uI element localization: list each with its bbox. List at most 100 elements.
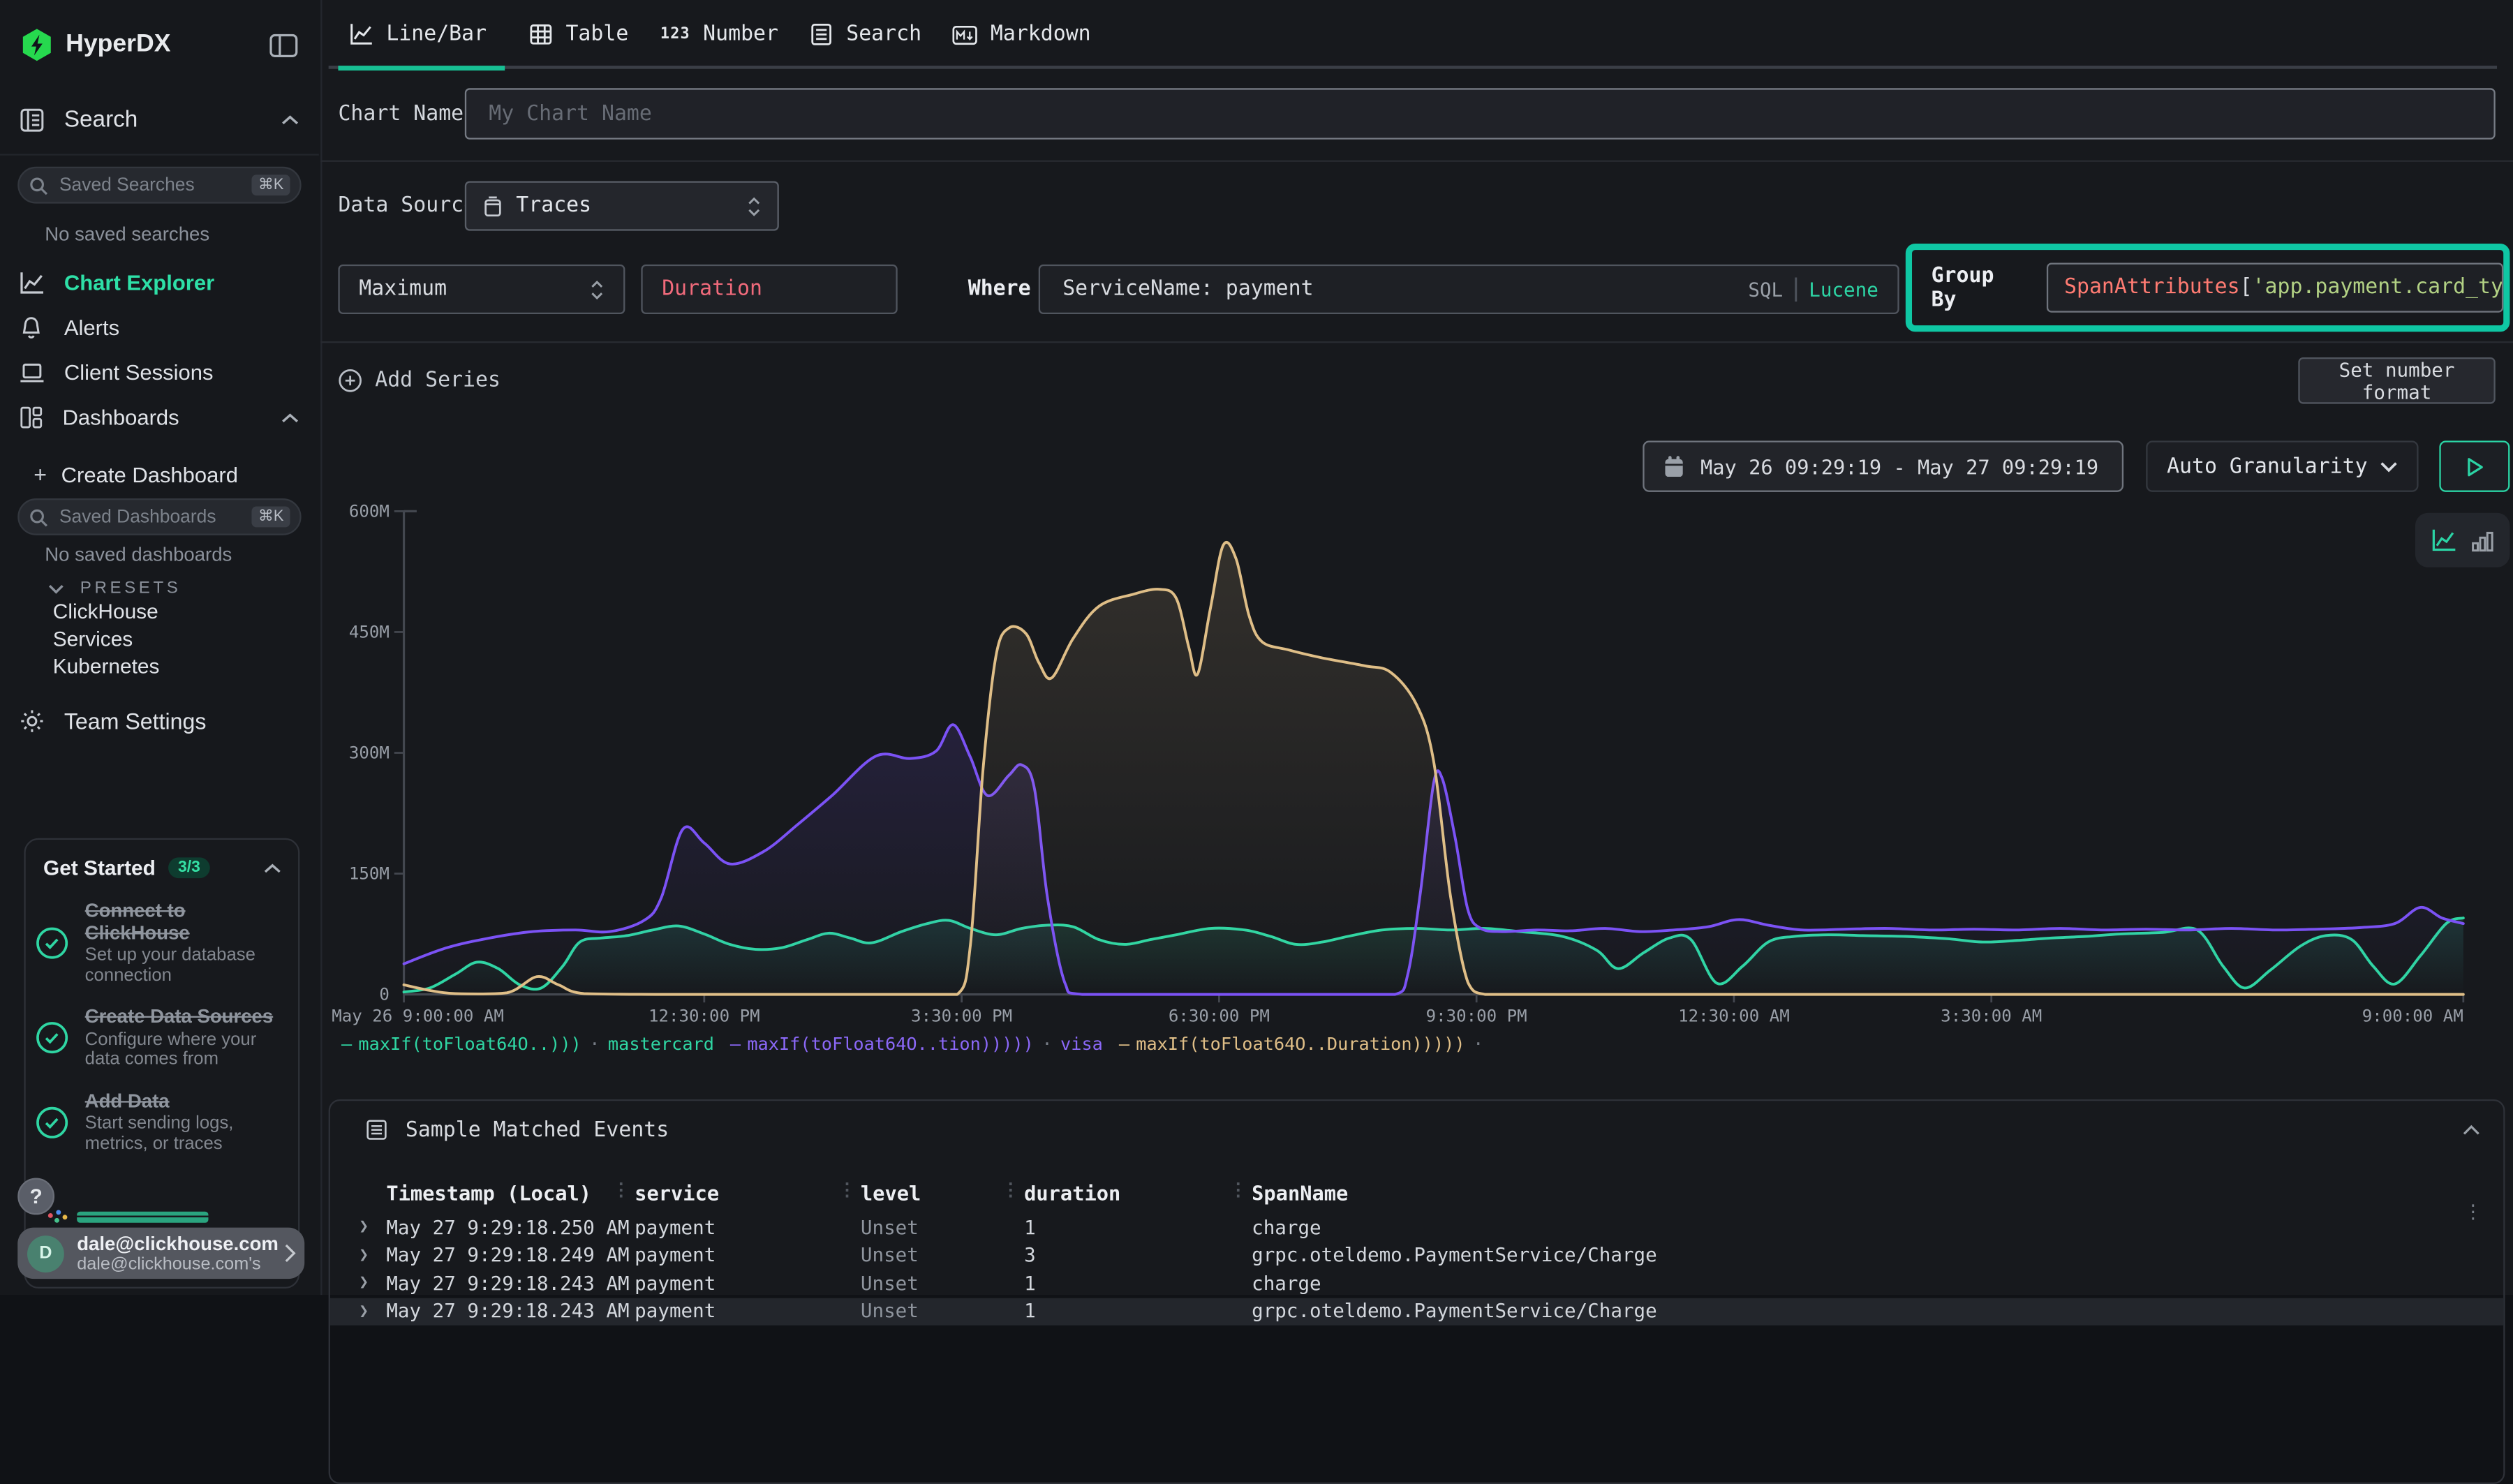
x-tick-label: May 26 9:00:00 AM [332,1007,504,1026]
dashboards-icon [20,406,43,429]
set-number-format-button[interactable]: Set number format [2298,357,2495,404]
table-cell: grpc.oteldemo.PaymentService/Charge [1252,1300,2503,1323]
tab-markdown[interactable]: Markdown [952,22,1091,46]
where-input[interactable] [1060,276,1749,303]
chevron-right-icon [283,1244,296,1263]
column-resize-handle[interactable]: ⋮ [612,1179,630,1200]
chart-name-input-wrap [465,88,2496,139]
events-title: Sample Matched Events [406,1118,669,1141]
chart-canvas: 0150M300M450M600MMay 26 9:00:00 AM12:30:… [320,497,2513,1035]
data-source-select[interactable]: Traces [465,181,779,230]
run-query-button[interactable] [2439,440,2510,491]
table-cell: Unset [861,1272,1024,1294]
create-dashboard-button[interactable]: + Create Dashboard [0,455,320,494]
table-cell: payment [635,1216,861,1238]
no-saved-dashboards-text: No saved dashboards [45,543,232,565]
column-header-label: Timestamp (Local) [386,1180,591,1204]
date-range-picker[interactable]: May 26 09:29:19 - May 27 09:29:19 [1643,440,2123,491]
chevron-up-icon[interactable] [263,861,283,874]
chevron-up-icon[interactable] [281,114,300,126]
table-cell: payment [635,1272,861,1294]
group-by-input[interactable]: SpanAttributes['app.payment.card_type'] [2047,263,2503,313]
chart-name-input[interactable] [486,100,2475,127]
y-tick-label: 450M [349,622,390,641]
sidebar-item-dashboards[interactable]: Dashboards [0,396,320,439]
events-collapse-icon[interactable] [2462,1123,2482,1136]
field-select[interactable]: Duration [641,265,897,314]
sidebar-item-chart-explorer[interactable]: Chart Explorer [0,261,320,304]
table-row[interactable]: ❯May 27 9:29:18.243 AMpaymentUnset1grpc.… [330,1298,2503,1326]
sidebar-item-preset-services[interactable]: Services [0,623,320,652]
sidebar-item-client-sessions[interactable]: Client Sessions [0,351,320,394]
x-tick-label: 3:30:00 PM [911,1007,1012,1026]
table-row[interactable]: ❯May 27 9:29:18.249 AMpaymentUnset3grpc.… [330,1241,2503,1269]
table-cell: May 27 9:29:18.249 AM [386,1244,635,1266]
tab-line-bar[interactable]: Line/Bar [350,22,487,46]
table-row[interactable]: ❯May 27 9:29:18.243 AMpaymentUnset1charg… [330,1269,2503,1297]
granularity-select[interactable]: Auto Granularity [2146,440,2418,491]
check-circle-icon [36,1021,69,1055]
column-header-label: duration [1024,1180,1120,1204]
divider [320,341,2513,343]
sidebar-item-alerts[interactable]: Alerts [0,306,320,350]
events-table-header: Timestamp (Local)⋮service⋮level⋮duration… [330,1171,2503,1213]
y-tick-label: 300M [349,743,390,763]
collapse-sidebar-icon[interactable] [269,34,298,57]
column-header-timestamp-local-[interactable]: Timestamp (Local) [386,1180,635,1204]
column-header-spanname[interactable]: ⋮SpanName [1252,1180,2503,1204]
aggregation-select[interactable]: Maximum [338,265,625,314]
main-content: Line/Bar Table 123 Number Search Markdow… [320,0,2513,1295]
tab-table[interactable]: Table [529,22,629,46]
column-resize-handle[interactable]: ⋮ [1002,1179,1019,1200]
get-started-item[interactable]: Create Data Sources Configure where your… [36,1007,283,1070]
table-row[interactable]: ❯May 27 9:29:18.250 AMpaymentUnset1charg… [330,1213,2503,1241]
legend-group-label: visa [1060,1034,1103,1055]
column-header-duration[interactable]: ⋮ duration [1024,1180,1252,1204]
brand-title: HyperDX [66,31,170,59]
sql-lucene-divider: | [1793,275,1800,304]
sql-toggle[interactable]: SQL [1748,278,1783,300]
alerts-bell-icon [20,315,43,341]
column-header-service[interactable]: ⋮service [635,1180,861,1204]
table-cell: payment [635,1300,861,1323]
sidebar-item-preset-kubernetes[interactable]: Kubernetes [0,651,320,679]
sidebar-item-preset-clickhouse[interactable]: ClickHouse [0,596,320,625]
tab-search[interactable]: Search [809,22,921,46]
legend-group-label: mastercard [608,1034,714,1055]
timeseries-chart: 0150M300M450M600MMay 26 9:00:00 AM12:30:… [320,497,2513,1035]
get-started-item[interactable]: Connect to ClickHouse Set up your databa… [36,900,283,986]
hyperdx-logo-icon [20,27,55,63]
column-resize-handle[interactable]: ⋮ [838,1179,856,1200]
legend-item[interactable]: —maxIf(toFloat64O..tion)))))·visa [730,1034,1103,1055]
chart-legend: —maxIf(toFloat64O..)))·mastercard —maxIf(… [341,1034,2497,1055]
row-expand-chevron-icon[interactable]: ❯ [359,1303,386,1320]
get-started-item[interactable]: Add Data Start sending logs, metrics, or… [36,1090,283,1154]
lucene-toggle[interactable]: Lucene [1809,278,1878,300]
column-header-level[interactable]: ⋮ level [861,1180,1024,1204]
column-resize-handle[interactable]: ⋮ [1229,1179,1247,1200]
help-button[interactable]: ? [17,1178,54,1215]
events-menu-icon[interactable]: ⋮ [2463,1201,2483,1223]
user-menu[interactable]: D dale@clickhouse.com dale@clickhouse.co… [17,1228,304,1279]
get-started-badge: 3/3 [168,857,209,878]
add-series-button[interactable]: Add Series [338,369,501,392]
search-section-icon [20,107,45,133]
tab-number[interactable]: 123 Number [660,22,778,46]
saved-searches-input[interactable]: Saved Searches ⌘K [17,167,301,204]
avatar: D [27,1235,64,1272]
where-label: Where [968,277,1031,301]
chevron-up-icon[interactable] [281,411,300,424]
row-expand-chevron-icon[interactable]: ❯ [359,1275,386,1292]
row-expand-chevron-icon[interactable]: ❯ [359,1218,386,1236]
check-circle-icon [36,926,69,960]
plus-circle-icon [338,369,362,392]
legend-item[interactable]: —maxIf(toFloat64O..Duration)))))· [1119,1034,1492,1055]
legend-item[interactable]: —maxIf(toFloat64O..)))·mastercard [341,1034,714,1055]
sidebar-item-team-settings[interactable]: Team Settings [0,699,320,743]
sidebar-item-search[interactable]: Search [0,99,320,141]
client-sessions-icon [20,361,45,385]
row-expand-chevron-icon[interactable]: ❯ [359,1247,386,1264]
column-header-label: level [861,1180,921,1204]
saved-dashboards-input[interactable]: Saved Dashboards ⌘K [17,498,301,535]
chart-name-label: Chart Name [338,103,464,126]
